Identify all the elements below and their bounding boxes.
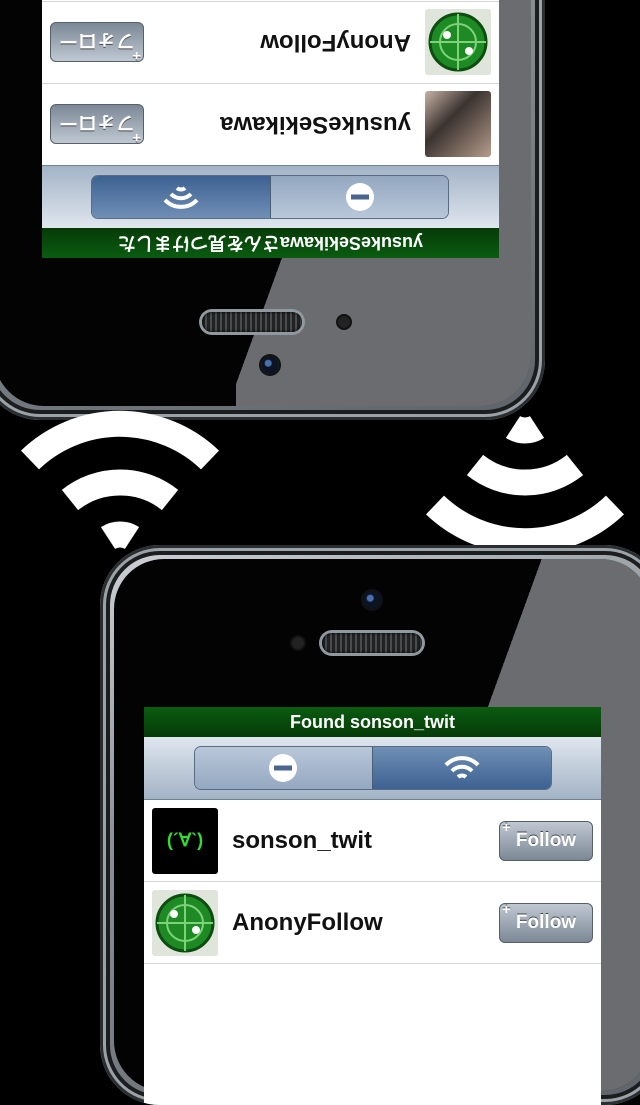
avatar [425, 91, 491, 158]
wifi-signal-left-icon [21, 410, 219, 550]
bottom-seg-minus[interactable] [194, 747, 372, 789]
follow-label: Follow [515, 829, 577, 851]
plus-icon: + [502, 818, 511, 836]
plus-icon: + [132, 129, 141, 147]
follow-button[interactable]: + Follow [499, 818, 593, 861]
bottom-toolbar [144, 737, 601, 800]
wifi-icon [163, 186, 199, 209]
top-segmented-control [91, 175, 450, 219]
top-status-bar: yusukeSekikawaさんを見つけました [42, 228, 499, 258]
bottom-screen: Found sonson_twit (´∀`) sonson_twit + Fo… [144, 707, 601, 1105]
top-earpiece [202, 312, 302, 332]
user-name: AnonyFollow [260, 29, 411, 57]
plus-icon: + [502, 900, 511, 918]
follow-label: フォロー [59, 30, 136, 51]
bottom-segmented-control [193, 746, 552, 790]
wifi-signal-right-icon [426, 415, 624, 555]
avatar: (´∀`) [152, 807, 218, 874]
top-row-anony: AnonyFollow + フォロー [42, 1, 499, 83]
follow-button[interactable]: + フォロー [50, 22, 144, 65]
follow-label: フォロー [59, 112, 136, 133]
top-camera [261, 356, 279, 374]
plus-icon: + [132, 47, 141, 65]
bottom-phone: Found sonson_twit (´∀`) sonson_twit + Fo… [100, 545, 640, 1105]
follow-button[interactable]: + フォロー [50, 104, 144, 147]
top-seg-minus[interactable] [271, 176, 449, 218]
radar-icon [152, 889, 218, 956]
minus-icon [345, 183, 374, 211]
bottom-row-sonson: (´∀`) sonson_twit + Follow [144, 800, 601, 882]
bottom-status-bar: Found sonson_twit [144, 707, 601, 737]
bottom-camera [363, 591, 381, 609]
top-sensor [338, 316, 350, 328]
user-name: AnonyFollow [232, 908, 383, 936]
follow-label: Follow [515, 911, 577, 933]
top-row-yusuke: yusukeSekikawa + フォロー [42, 83, 499, 165]
top-screen: yusukeSekikawaさんを見つけました yusukeSekikawa +… [42, 0, 499, 258]
bottom-row-anony: AnonyFollow + Follow [144, 882, 601, 964]
top-phone: yusukeSekikawaさんを見つけました yusukeSekikawa +… [0, 0, 545, 420]
bottom-seg-wifi[interactable] [372, 747, 551, 789]
user-name: sonson_twit [232, 826, 373, 854]
radar-icon [425, 9, 491, 76]
top-seg-wifi[interactable] [92, 176, 271, 218]
minus-icon [269, 754, 298, 782]
wifi-icon [444, 756, 480, 779]
bottom-earpiece [322, 633, 422, 653]
user-name: yusukeSekikawa [220, 111, 411, 139]
bottom-sensor [292, 637, 304, 649]
follow-button[interactable]: + Follow [499, 900, 593, 943]
top-toolbar [42, 165, 499, 228]
